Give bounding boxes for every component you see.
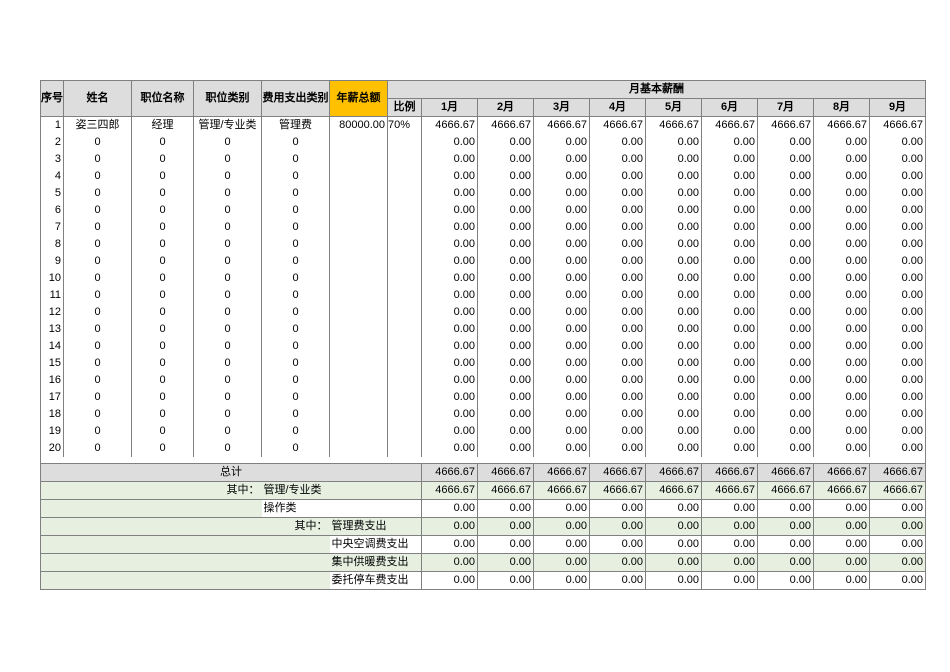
table-row: 2000000.000.000.000.000.000.000.000.000.… bbox=[41, 440, 926, 457]
table-body: 1姿三四郎经理管理/专业类管理费80000.0070%4666.674666.6… bbox=[41, 117, 926, 458]
total-m5: 4666.67 bbox=[646, 464, 702, 482]
salary-table: 序号 姓名 职位名称 职位类别 费用支出类别 年薪总额 月基本薪酬 比例 1月 … bbox=[40, 80, 926, 590]
row-cat2: 操作类 0.00 0.00 0.00 0.00 0.00 0.00 0.00 0… bbox=[41, 500, 926, 518]
row-cat1: 其中： 管理/专业类 4666.67 4666.67 4666.67 4666.… bbox=[41, 482, 926, 500]
cat2-label: 操作类 bbox=[262, 500, 422, 518]
row-sub2: 中央空调费支出 0.00 0.00 0.00 0.00 0.00 0.00 0.… bbox=[41, 536, 926, 554]
hdr-m5: 5月 bbox=[646, 99, 702, 117]
row-sub3: 集中供暖费支出 0.00 0.00 0.00 0.00 0.00 0.00 0.… bbox=[41, 554, 926, 572]
table-row: 1800000.000.000.000.000.000.000.000.000.… bbox=[41, 406, 926, 423]
table-row: 300000.000.000.000.000.000.000.000.000.0… bbox=[41, 151, 926, 168]
hdr-monthgroup: 月基本薪酬 bbox=[388, 81, 926, 99]
table-row: 700000.000.000.000.000.000.000.000.000.0… bbox=[41, 219, 926, 236]
table-row: 1700000.000.000.000.000.000.000.000.000.… bbox=[41, 389, 926, 406]
table-row: 400000.000.000.000.000.000.000.000.000.0… bbox=[41, 168, 926, 185]
table-row: 1000000.000.000.000.000.000.000.000.000.… bbox=[41, 270, 926, 287]
sub4-label: 委托停车费支出 bbox=[330, 572, 422, 590]
total-m7: 4666.67 bbox=[758, 464, 814, 482]
table-row: 500000.000.000.000.000.000.000.000.000.0… bbox=[41, 185, 926, 202]
table-row: 200000.000.000.000.000.000.000.000.000.0… bbox=[41, 134, 926, 151]
total-m2: 4666.67 bbox=[478, 464, 534, 482]
total-m1: 4666.67 bbox=[422, 464, 478, 482]
hdr-m8: 8月 bbox=[814, 99, 870, 117]
hdr-m1: 1月 bbox=[422, 99, 478, 117]
total-label: 总计 bbox=[41, 464, 422, 482]
table-row: 1500000.000.000.000.000.000.000.000.000.… bbox=[41, 355, 926, 372]
table-row: 1100000.000.000.000.000.000.000.000.000.… bbox=[41, 287, 926, 304]
hdr-exptype: 费用支出类别 bbox=[262, 81, 330, 117]
hdr-seq: 序号 bbox=[41, 81, 64, 117]
hdr-m2: 2月 bbox=[478, 99, 534, 117]
row-sub4: 委托停车费支出 0.00 0.00 0.00 0.00 0.00 0.00 0.… bbox=[41, 572, 926, 590]
hdr-postype: 职位类别 bbox=[194, 81, 262, 117]
table-row: 600000.000.000.000.000.000.000.000.000.0… bbox=[41, 202, 926, 219]
hdr-posname: 职位名称 bbox=[132, 81, 194, 117]
table-header: 序号 姓名 职位名称 职位类别 费用支出类别 年薪总额 月基本薪酬 比例 1月 … bbox=[41, 81, 926, 117]
hdr-m4: 4月 bbox=[590, 99, 646, 117]
table-row: 800000.000.000.000.000.000.000.000.000.0… bbox=[41, 236, 926, 253]
total-m8: 4666.67 bbox=[814, 464, 870, 482]
cat1-label: 管理/专业类 bbox=[262, 482, 422, 500]
hdr-name: 姓名 bbox=[64, 81, 132, 117]
total-m6: 4666.67 bbox=[702, 464, 758, 482]
table-row: 1姿三四郎经理管理/专业类管理费80000.0070%4666.674666.6… bbox=[41, 117, 926, 135]
table-row: 1900000.000.000.000.000.000.000.000.000.… bbox=[41, 423, 926, 440]
hdr-m6: 6月 bbox=[702, 99, 758, 117]
row-sub1: 其中： 管理费支出 0.00 0.00 0.00 0.00 0.00 0.00 … bbox=[41, 518, 926, 536]
table-row: 900000.000.000.000.000.000.000.000.000.0… bbox=[41, 253, 926, 270]
total-m9: 4666.67 bbox=[870, 464, 926, 482]
sub3-label: 集中供暖费支出 bbox=[330, 554, 422, 572]
hdr-ratio: 比例 bbox=[388, 99, 422, 117]
hdr-m3: 3月 bbox=[534, 99, 590, 117]
hdr-yeartotal: 年薪总额 bbox=[330, 81, 388, 117]
hdr-m9: 9月 bbox=[870, 99, 926, 117]
total-m4: 4666.67 bbox=[590, 464, 646, 482]
table-summary: 总计 4666.67 4666.67 4666.67 4666.67 4666.… bbox=[41, 457, 926, 590]
hdr-m7: 7月 bbox=[758, 99, 814, 117]
table-row: 1200000.000.000.000.000.000.000.000.000.… bbox=[41, 304, 926, 321]
table-row: 1600000.000.000.000.000.000.000.000.000.… bbox=[41, 372, 926, 389]
row-total: 总计 4666.67 4666.67 4666.67 4666.67 4666.… bbox=[41, 464, 926, 482]
sub2-label: 中央空调费支出 bbox=[330, 536, 422, 554]
table-row: 1400000.000.000.000.000.000.000.000.000.… bbox=[41, 338, 926, 355]
sub1-label: 管理费支出 bbox=[330, 518, 422, 536]
qizhong-label-2: 其中： bbox=[262, 518, 330, 536]
total-m3: 4666.67 bbox=[534, 464, 590, 482]
qizhong-label-1: 其中： bbox=[41, 482, 262, 500]
table-row: 1300000.000.000.000.000.000.000.000.000.… bbox=[41, 321, 926, 338]
